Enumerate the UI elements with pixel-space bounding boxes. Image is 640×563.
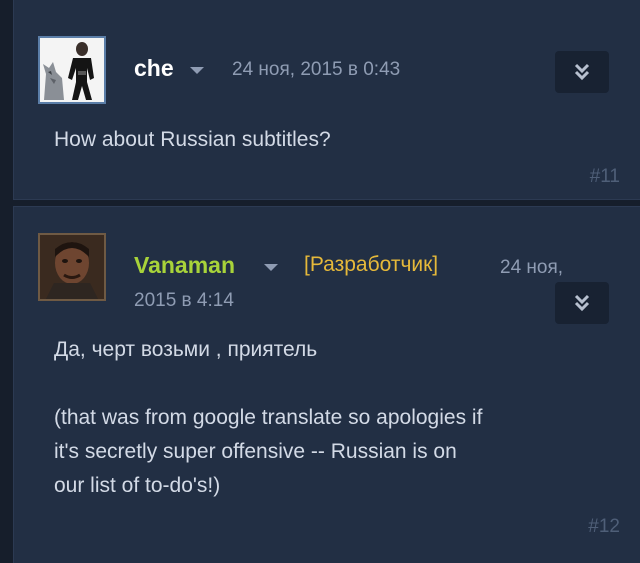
comment-thread: che 24 ноя, 2015 в 0:43 How about Russia… (0, 0, 640, 563)
comment-date-continued: 2015 в 4:14 (134, 290, 234, 311)
wolf-avatar-icon (40, 38, 104, 102)
chevron-down-icon[interactable] (190, 67, 204, 74)
comment-number[interactable]: #11 (590, 166, 620, 188)
comment-number[interactable]: #12 (588, 516, 620, 538)
comment-date: 24 ноя, 2015 в 0:43 (232, 59, 401, 80)
user-avatar[interactable] (38, 233, 106, 301)
comment-date: 24 ноя, (500, 257, 564, 278)
double-chevron-down-icon (574, 63, 590, 81)
author-name[interactable]: che (134, 55, 174, 82)
comment-text: How about Russian subtitles? (54, 128, 331, 151)
expand-comment-button[interactable] (555, 282, 609, 324)
user-avatar[interactable] (38, 36, 106, 104)
comment-text: Да, черт возьми , приятель (that was fro… (54, 338, 483, 497)
developer-badge: [Разработчик] (304, 253, 439, 276)
double-chevron-down-icon (574, 294, 590, 312)
comment-card: che 24 ноя, 2015 в 0:43 How about Russia… (13, 0, 640, 200)
chevron-down-icon[interactable] (264, 264, 278, 271)
author-name[interactable]: Vanaman (134, 252, 235, 279)
comment-card: Vanaman [Разработчик] 24 ноя, 2015 в 4:1… (13, 206, 640, 563)
man-avatar-icon (40, 235, 104, 299)
expand-comment-button[interactable] (555, 51, 609, 93)
